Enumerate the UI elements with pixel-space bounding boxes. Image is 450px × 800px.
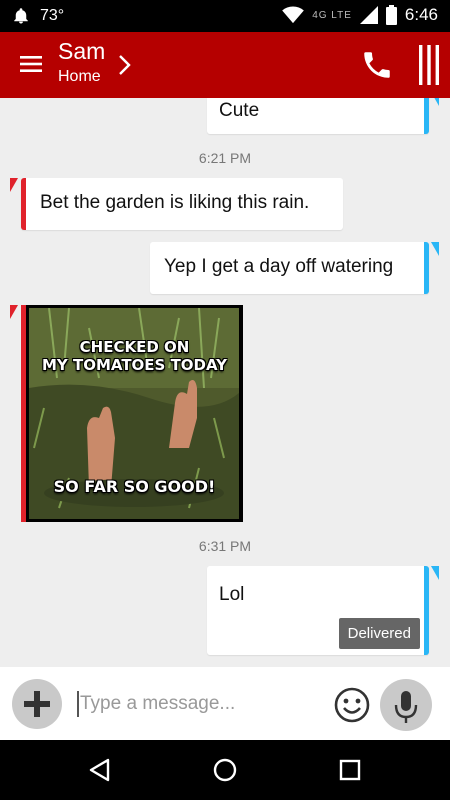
composer-bar [0, 667, 450, 740]
menu-icon[interactable] [20, 54, 42, 74]
back-icon[interactable] [86, 756, 114, 784]
battery-icon [385, 5, 397, 25]
timestamp: 6:21 PM [198, 150, 252, 166]
clock: 6:46 [404, 5, 438, 24]
bell-icon [14, 8, 28, 24]
outgoing-flag [423, 566, 439, 580]
delivered-status: Delivered [338, 618, 420, 649]
more-bars-icon[interactable] [418, 45, 440, 85]
plus-icon [24, 691, 50, 717]
message-list[interactable]: Cute 6:21 PM Bet the garden is liking th… [0, 98, 450, 667]
attach-button[interactable] [12, 679, 62, 729]
conversation-header: Sam Home [0, 32, 450, 98]
timestamp: 6:31 PM [198, 538, 252, 554]
outgoing-flag [423, 98, 439, 106]
mic-icon [394, 691, 418, 723]
message-text: Lol [219, 584, 245, 605]
temperature-indicator: 73° [40, 7, 65, 24]
wifi-icon [282, 6, 304, 24]
system-nav-bar [0, 740, 450, 800]
message-text: Yep I get a day off watering [164, 256, 394, 277]
meme-image: CHECKED ON MY TOMATOES TODAY SO FAR SO G… [29, 308, 240, 519]
chevron-right-icon[interactable] [118, 54, 132, 76]
signal-icon [359, 6, 378, 24]
home-icon[interactable] [211, 756, 239, 784]
message-text: Bet the garden is liking this rain. [40, 192, 310, 213]
image-message[interactable]: CHECKED ON MY TOMATOES TODAY SO FAR SO G… [21, 305, 243, 522]
text-cursor [77, 691, 79, 717]
contact-name[interactable]: Sam [58, 38, 105, 65]
status-bar: 73° 4G LTE 6:46 [0, 0, 450, 32]
message-incoming[interactable]: Bet the garden is liking this rain. [21, 178, 343, 230]
outgoing-flag [423, 242, 439, 256]
message-outgoing[interactable]: Cute [207, 98, 429, 134]
recents-icon[interactable] [336, 756, 364, 784]
incoming-flag [10, 178, 26, 192]
message-outgoing[interactable]: Lol Delivered [207, 566, 429, 655]
message-outgoing[interactable]: Yep I get a day off watering [150, 242, 429, 294]
network-type: 4G LTE [312, 9, 352, 21]
message-input[interactable] [80, 689, 320, 719]
message-text: Cute [219, 100, 260, 121]
phone-icon[interactable] [360, 48, 394, 82]
voice-button[interactable] [380, 679, 432, 731]
meme-caption-bottom: SO FAR SO GOOD! [53, 477, 216, 496]
contact-number-label[interactable]: Home [58, 68, 101, 86]
emoji-icon[interactable] [334, 687, 370, 723]
meme-caption-top: CHECKED ON MY TOMATOES TODAY [41, 338, 228, 374]
